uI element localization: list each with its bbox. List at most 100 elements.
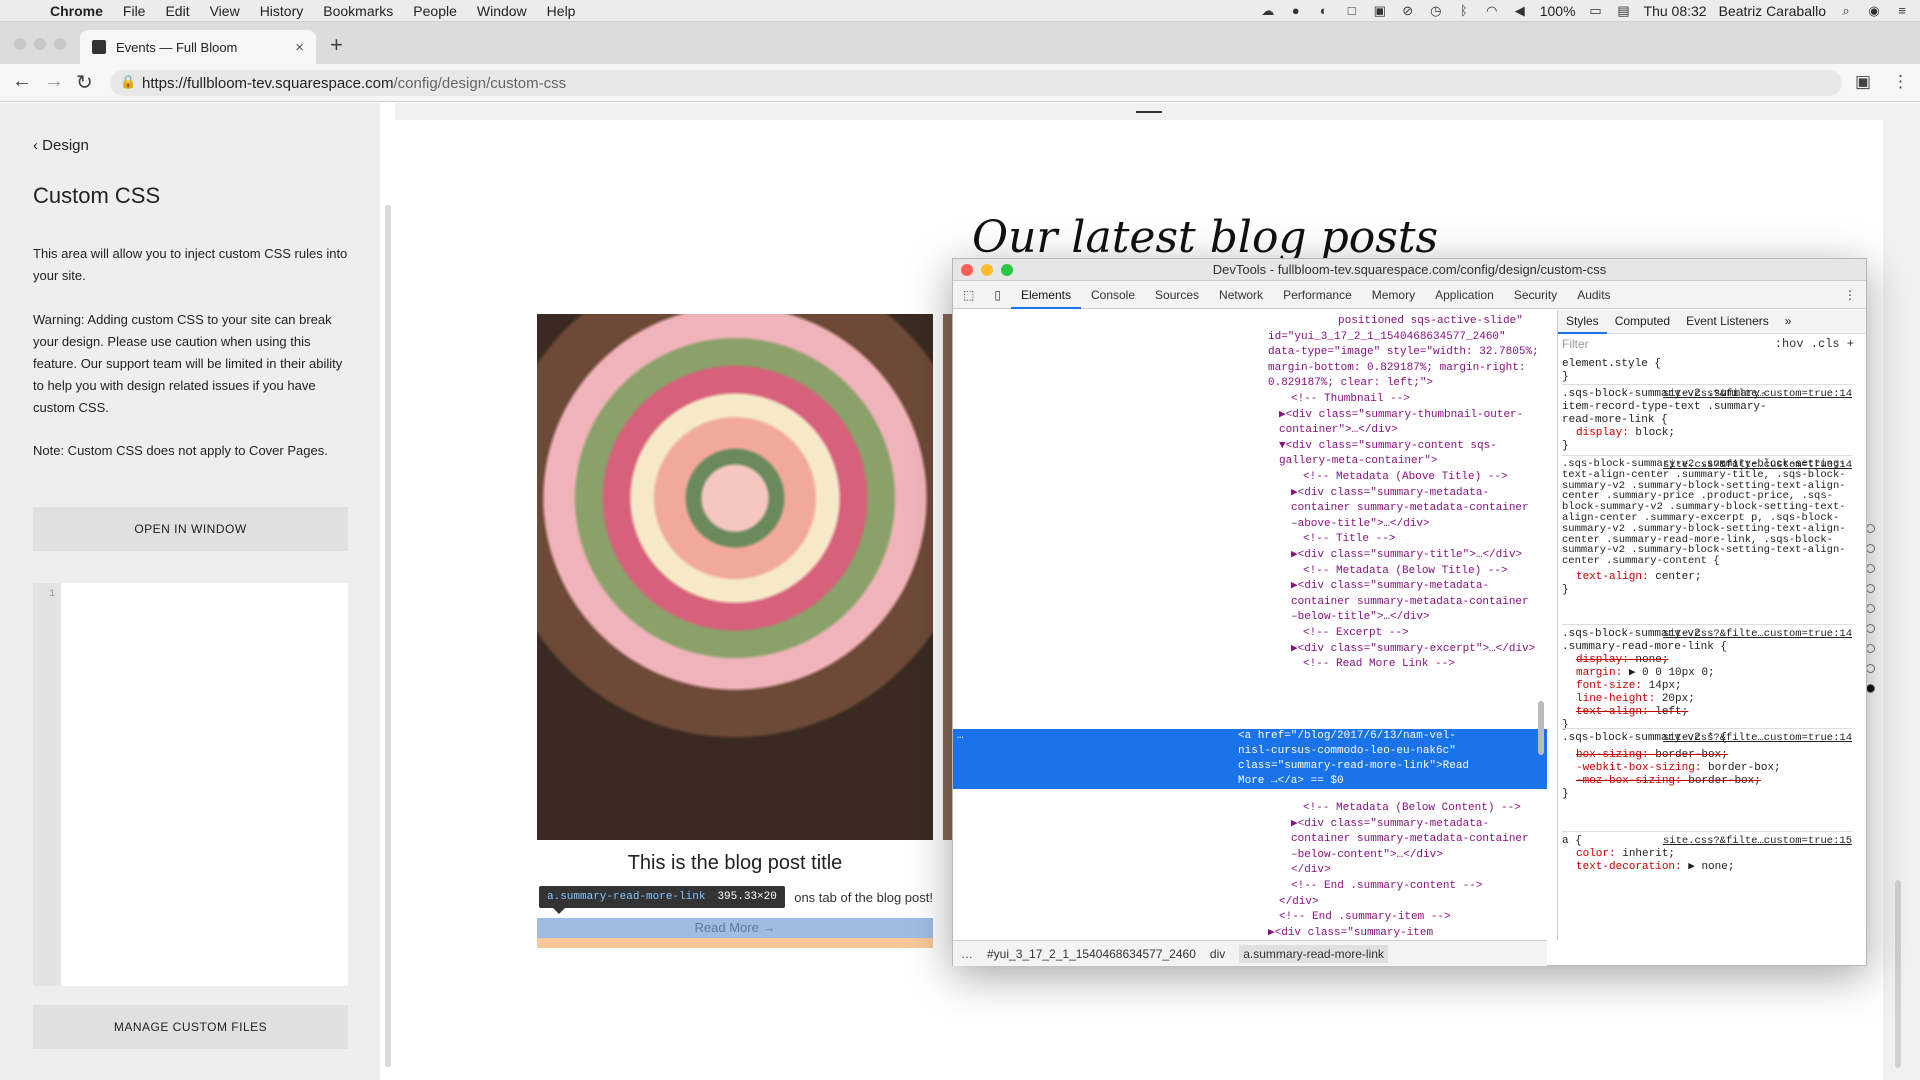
tab-elements[interactable]: Elements — [1010, 281, 1081, 309]
dom-scrollbar[interactable] — [1538, 701, 1544, 755]
rule-source-link[interactable]: site.css?&filte…custom=true:15 — [1663, 835, 1852, 848]
rule-source-link[interactable]: site.css?&filte…custom=true:14 — [1663, 628, 1852, 641]
tab-event-listeners[interactable]: Event Listeners — [1678, 315, 1777, 328]
browser-tab[interactable]: Events — Full Bloom × — [80, 30, 316, 64]
slide-dot-active[interactable] — [1866, 684, 1875, 693]
dom-line[interactable]: ▶<div class="summary-excerpt">…</div> — [1291, 642, 1535, 658]
menu-help[interactable]: Help — [537, 3, 586, 19]
manage-custom-files-button[interactable]: MANAGE CUSTOM FILES — [33, 1005, 348, 1049]
open-in-window-button[interactable]: OPEN IN WINDOW — [33, 507, 348, 551]
dom-line[interactable]: ▼<div class="summary-content sqs- — [1279, 439, 1497, 455]
wifi-icon[interactable]: ◠ — [1484, 4, 1500, 18]
time-machine-icon[interactable]: ◷ — [1428, 4, 1444, 18]
tab-performance[interactable]: Performance — [1273, 281, 1362, 309]
preview-scrollbar[interactable] — [1895, 880, 1901, 1068]
tab-computed[interactable]: Computed — [1607, 315, 1678, 328]
breadcrumb-item[interactable]: #yui_3_17_2_1_1540468634577_2460 — [987, 947, 1196, 961]
dom-line[interactable]: ▶<div class="summary-metadata- — [1291, 579, 1489, 595]
menu-edit[interactable]: Edit — [155, 3, 199, 19]
no-entry-icon[interactable]: ⊘ — [1400, 4, 1416, 18]
calendar-icon[interactable]: ▤ — [1616, 4, 1632, 18]
devtools-menu-icon[interactable]: ⋮ — [1834, 281, 1866, 309]
breadcrumb-item[interactable]: … — [961, 947, 973, 961]
css-rule[interactable]: a { site.css?&filte…custom=true:15 color… — [1562, 831, 1852, 874]
dom-line[interactable]: ▶<div class="summary-metadata- — [1291, 486, 1489, 502]
slide-dot[interactable] — [1866, 664, 1875, 673]
tab-network[interactable]: Network — [1209, 281, 1273, 309]
slide-dot[interactable] — [1866, 564, 1875, 573]
battery-percent[interactable]: 100% — [1540, 3, 1576, 19]
chrome-menu-icon[interactable]: ⋮ — [1892, 72, 1909, 92]
slide-dot[interactable] — [1866, 584, 1875, 593]
css-editor[interactable]: 1 — [33, 583, 348, 986]
slide-dot[interactable] — [1866, 624, 1875, 633]
status-circle-icon[interactable]: ● — [1288, 4, 1304, 18]
dom-tree[interactable]: … <a href="/blog/2017/6/13/nam-vel- nisl… — [953, 310, 1547, 940]
menu-view[interactable]: View — [200, 3, 250, 19]
dom-line[interactable]: ▶<div class="summary-item — [1268, 926, 1433, 940]
extension-icon[interactable]: ▣ — [1855, 72, 1871, 92]
ellipsis-icon[interactable]: … — [957, 729, 964, 745]
slide-dot[interactable] — [1866, 604, 1875, 613]
slide-dot[interactable] — [1866, 544, 1875, 553]
app-icon[interactable]: ◐ — [1316, 4, 1332, 18]
element-style-rule[interactable]: element.style { } — [1562, 358, 1661, 384]
tab-audits[interactable]: Audits — [1567, 281, 1620, 309]
reload-icon[interactable]: ↻ — [76, 70, 93, 95]
read-more-link[interactable]: Read More → — [537, 918, 933, 938]
menu-file[interactable]: File — [113, 3, 156, 19]
more-tabs-icon[interactable]: » — [1777, 315, 1800, 328]
drag-handle[interactable] — [1136, 111, 1162, 113]
rule-source-link[interactable]: site.css?&filte…custom=true:14 — [1663, 459, 1852, 472]
rule-source-link[interactable]: site.css?&filte…custom=true:14 — [1663, 732, 1852, 745]
bouquet-image[interactable] — [537, 314, 933, 840]
tab-close-icon[interactable]: × — [295, 39, 304, 56]
css-rule[interactable]: .sqs-block-summary-v2 .summary-block-set… — [1562, 455, 1852, 597]
tab-styles[interactable]: Styles — [1558, 310, 1607, 334]
battery-icon[interactable]: ▭ — [1588, 4, 1604, 18]
device-toolbar-icon[interactable]: ▯ — [984, 281, 1011, 309]
devtools-close-icon[interactable] — [961, 264, 973, 276]
tab-sources[interactable]: Sources — [1145, 281, 1209, 309]
dom-line[interactable]: ▶<div class="summary-thumbnail-outer- — [1279, 408, 1523, 424]
inspect-element-icon[interactable]: ⬚ — [953, 281, 984, 309]
selected-dom-node[interactable]: … <a href="/blog/2017/6/13/nam-vel- nisl… — [953, 729, 1547, 789]
tab-application[interactable]: Application — [1425, 281, 1504, 309]
back-arrow-icon[interactable]: ← — [12, 70, 32, 93]
forward-arrow-icon[interactable]: → — [44, 70, 64, 93]
slide-dot[interactable] — [1866, 644, 1875, 653]
address-bar[interactable]: 🔒 https://fullbloom-tev.squarespace.com /… — [110, 70, 1842, 96]
styles-filter-input[interactable]: Filter — [1562, 338, 1589, 351]
dom-line[interactable]: ▶<div class="summary-metadata- — [1291, 817, 1489, 833]
menu-bookmarks[interactable]: Bookmarks — [313, 3, 403, 19]
menu-app-name[interactable]: Chrome — [40, 3, 113, 19]
rule-source-link[interactable]: site.css?&filte…custom=true:14 — [1663, 388, 1852, 401]
css-rule[interactable]: .sqs-block-summary-v2 .summary-read-more… — [1562, 624, 1852, 732]
display-icon[interactable]: ▣ — [1372, 4, 1388, 18]
tab-security[interactable]: Security — [1504, 281, 1567, 309]
breadcrumb-item[interactable]: div — [1210, 947, 1225, 961]
slide-dot[interactable] — [1866, 524, 1875, 533]
css-rule[interactable]: .sqs-block-summary-v2 .summary-item-reco… — [1562, 384, 1852, 453]
window-close-icon[interactable] — [14, 38, 26, 50]
window-minimize-icon[interactable] — [34, 38, 46, 50]
tab-console[interactable]: Console — [1081, 281, 1145, 309]
devtools-zoom-icon[interactable] — [1001, 264, 1013, 276]
window-zoom-icon[interactable] — [54, 38, 66, 50]
clock[interactable]: Thu 08:32 — [1644, 3, 1707, 19]
css-rule[interactable]: .sqs-block-summary-v2 * { site.css?&filt… — [1562, 728, 1852, 801]
tab-memory[interactable]: Memory — [1362, 281, 1425, 309]
menu-people[interactable]: People — [403, 3, 467, 19]
devtools-minimize-icon[interactable] — [981, 264, 993, 276]
post-title[interactable]: This is the blog post title — [537, 852, 933, 875]
menu-window[interactable]: Window — [467, 3, 537, 19]
new-tab-icon[interactable]: + — [330, 32, 343, 58]
dom-line[interactable]: ▶<div class="summary-title">…</div> — [1291, 548, 1522, 564]
siri-icon[interactable]: ◉ — [1866, 4, 1882, 18]
breadcrumb-item-active[interactable]: a.summary-read-more-link — [1239, 944, 1388, 963]
menu-history[interactable]: History — [250, 3, 314, 19]
lock-icon[interactable]: 🔒 — [120, 74, 136, 90]
spotlight-search-icon[interactable]: ⌕ — [1838, 4, 1854, 18]
bluetooth-icon[interactable]: ᛒ — [1456, 4, 1472, 18]
user-name[interactable]: Beatriz Caraballo — [1719, 3, 1826, 19]
